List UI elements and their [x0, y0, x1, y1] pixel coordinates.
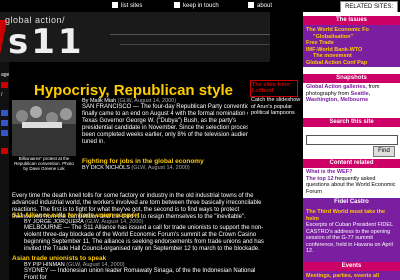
fidel-title-link[interactable]: The Third World must take the helm — [306, 209, 398, 222]
snapshots-heading: Snapshots — [303, 74, 400, 83]
fidel-panel: The Third World must take the helm Excer… — [303, 207, 400, 262]
article-body: SAN FRANCISCO — The four-day Republican … — [82, 104, 264, 145]
left-nav-square[interactable] — [1, 120, 8, 126]
article-summary: S11 Alliance calls for trade union suppo… — [12, 212, 268, 253]
header-decoration-line — [110, 34, 270, 35]
issue-link[interactable]: Global Action Conf Pap — [306, 60, 367, 66]
top12-link[interactable]: The top 12 — [306, 176, 334, 182]
left-nav-square[interactable] — [1, 110, 8, 116]
wef-question-link[interactable]: What is the WEF? — [306, 169, 352, 175]
issue-link[interactable]: Free Trade — [306, 40, 334, 46]
photo-caption: Billionaires" protest at the Republican … — [14, 156, 74, 171]
site-logo-title[interactable]: s11 — [8, 24, 85, 60]
left-label: / — [1, 92, 3, 98]
left-nav-block[interactable] — [1, 82, 8, 88]
issue-link[interactable]: The movement — [313, 53, 352, 59]
left-nav-square[interactable] — [1, 130, 8, 136]
issues-heading: The issues — [303, 16, 400, 25]
events-heading: Events — [303, 262, 400, 271]
issue-link[interactable]: IMF-World Bank-WTO — [306, 47, 362, 53]
snapshots-text: Global Action galleries, from photograph… — [306, 84, 398, 104]
slideshow-promo: The slide from Lcifhold Catch the slides… — [248, 80, 302, 136]
left-label: age — [1, 72, 10, 78]
square-bullet-icon — [248, 2, 254, 8]
header-slash-graphic — [0, 20, 8, 62]
issue-link[interactable]: "Globalisation" — [313, 34, 353, 40]
main-content: Hypocrisy, Republican style Billionaires… — [12, 62, 270, 280]
content-related-text: What is the WEF? The top 12 frequently a… — [306, 169, 398, 195]
issue-link[interactable]: The World Economic Fo — [306, 27, 369, 33]
slideshow-link[interactable]: The slide from Lcifhold — [250, 80, 298, 97]
events-link[interactable]: Meetings, parties, events all — [306, 273, 379, 279]
site-header: global action/ s11 — [0, 12, 270, 62]
article-title-link[interactable]: S11 Alliance calls for trade union suppo… — [12, 212, 268, 219]
top-nav: list sites keep in touch about RELATED S… — [0, 0, 400, 13]
fidel-heading: Fidel Castro — [303, 198, 400, 207]
slideshow-text: Catch the slideshow of Arun's popular po… — [251, 97, 301, 116]
article-summary: Asian trade unionists to speak BY PIP HI… — [12, 255, 268, 280]
nav-keep-in-touch-label: keep in touch — [183, 3, 219, 9]
article-body — [82, 172, 266, 192]
nav-about[interactable]: about — [248, 1, 272, 11]
nav-list-sites-label: list sites — [121, 3, 143, 9]
lead-photo[interactable] — [12, 100, 76, 156]
square-bullet-icon — [112, 2, 118, 8]
fidel-text: Excerpts of Cuban President FIDEL CASTRO… — [306, 222, 393, 254]
square-bullet-icon — [174, 2, 180, 8]
article-body: MELBOURNE — The S11 Alliance has issued … — [24, 225, 264, 252]
content-related-heading: Content related — [303, 159, 400, 168]
issues-panel: The World Economic Fo "Globalisation" Fr… — [303, 25, 400, 67]
search-heading: Search this site — [303, 118, 400, 127]
left-nav-block[interactable] — [1, 148, 8, 154]
find-button[interactable]: Find — [373, 146, 395, 157]
article-date: (GLW, August 14, 2000) — [131, 165, 190, 171]
nav-keep-in-touch[interactable]: keep in touch — [174, 1, 219, 11]
article-title-link[interactable]: Fighting for jobs in the global economy — [82, 158, 204, 165]
left-sidebar-strip: age / — [0, 62, 9, 280]
lead-headline[interactable]: Hypocrisy, Republican style — [34, 82, 233, 99]
fidel-title: The Third World must take the helm — [306, 209, 386, 222]
right-sidebar: The issues The World Economic Fo "Global… — [303, 12, 400, 280]
nav-list-sites[interactable]: list sites — [112, 1, 142, 11]
article-summary: By Malik Miah (GLW, August 14, 2000) SAN… — [82, 98, 266, 146]
events-panel: Meetings, parties, events all — [303, 271, 400, 280]
header-decoration-line — [120, 44, 270, 45]
article-title-link[interactable]: Asian trade unionists to speak — [12, 255, 268, 262]
nav-about-label: about — [257, 3, 273, 9]
article-byline: BY DICK NICHOLS — [82, 165, 130, 171]
article-body: SYDNEY — Indonesian union leader Romawat… — [24, 268, 256, 280]
search-input[interactable] — [306, 135, 398, 145]
galleries-link[interactable]: Global Action galleries, — [306, 84, 367, 90]
